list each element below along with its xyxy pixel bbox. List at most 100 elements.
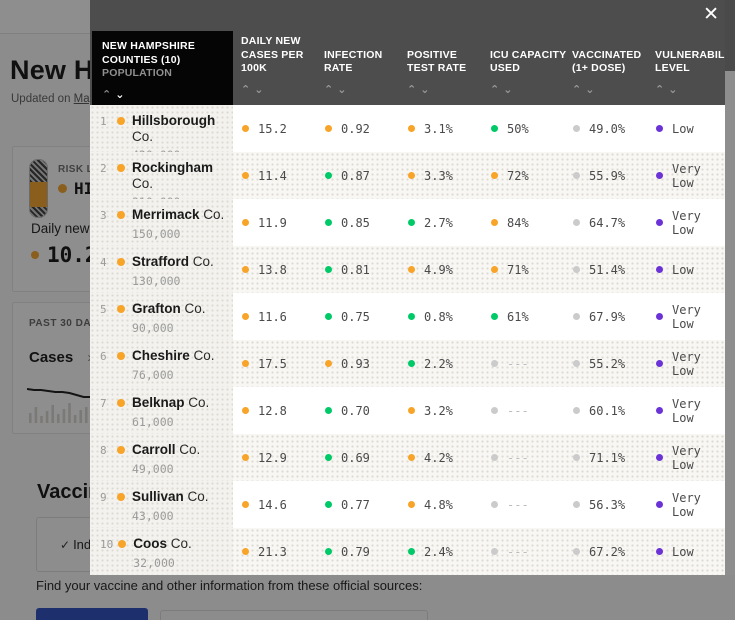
table-row[interactable]: 7 Belknap Co. 61,000 12.8 0.70 3.2% --- 60.1% Ve… [90,387,725,434]
cell-value: 67.2% [589,544,626,559]
value-cell: Very Low [656,162,725,190]
county-name: Hillsborough Co. [132,113,216,144]
cell-value: --- [507,450,529,465]
column-header-6[interactable]: VACCINATED (1+ DOSE) ⌃⌄ [572,49,652,105]
cell-value: 4.8% [424,497,453,512]
column-header-7[interactable]: VULNERABILITY LEVEL ⌃⌄ [655,49,735,105]
table-row[interactable]: 4 Strafford Co. 130,000 13.8 0.81 4.9% 71% 51.4… [90,246,725,293]
status-dot-icon [656,266,663,273]
cell-value: 61% [507,309,529,324]
column-header-1[interactable]: NEW HAMPSHIRE COUNTIES (10) POPULATION ⌃⌄ [92,31,233,105]
cell-value: 0.81 [341,262,370,277]
status-dot-icon [325,219,332,226]
sort-arrows-icon[interactable]: ⌃⌄ [324,83,404,96]
cell-value: 0.77 [341,497,370,512]
value-cell: 55.2% [573,357,625,371]
row-rank: 6 [100,350,107,363]
status-dot-icon [325,548,332,555]
status-dot-icon [491,501,498,508]
sort-arrows-icon[interactable]: ⌃⌄ [407,83,487,96]
cell-value: Very Low [672,490,701,519]
table-row[interactable]: 9 Sullivan Co. 43,000 14.6 0.77 4.8% --- 56.3% V… [90,481,725,528]
sort-arrows-icon[interactable]: ⌃⌄ [655,83,735,96]
value-cell: 0.92 [325,122,370,136]
county-dot-icon [117,305,125,313]
value-cell: 0.77 [325,498,370,512]
status-dot-icon [408,313,415,320]
county-population: 32,000 [133,555,175,570]
status-dot-icon [408,501,415,508]
value-cell: --- [491,498,529,512]
county-name: Merrimack Co. [132,207,225,222]
county-dot-icon [117,164,125,172]
column-header-5[interactable]: ICU CAPACITY USED ⌃⌄ [490,49,570,105]
status-dot-icon [573,219,580,226]
value-cell: 50% [491,122,529,136]
scrollbar-thumb[interactable] [725,71,735,575]
status-dot-icon [573,313,580,320]
cell-value: 11.9 [258,215,287,230]
status-dot-icon [408,407,415,414]
modal-scrollbar[interactable] [725,0,735,575]
table-row[interactable]: 10 Coos Co. 32,000 21.3 0.79 2.4% --- 67.2% Low [90,528,725,575]
table-row[interactable]: 8 Carroll Co. 49,000 12.9 0.69 4.2% --- 71.1% Ve… [90,434,725,481]
cell-value: 0.75 [341,309,370,324]
cell-value: --- [507,356,529,371]
cell-value: 0.93 [341,356,370,371]
county-dot-icon [117,399,125,407]
value-cell: 71% [491,263,529,277]
county-cell: 3 Merrimack Co. 150,000 [90,199,233,246]
status-dot-icon [573,501,580,508]
table-row[interactable]: 3 Merrimack Co. 150,000 11.9 0.85 2.7% 84% 64.7… [90,199,725,246]
table-row[interactable]: 5 Grafton Co. 90,000 11.6 0.75 0.8% 61% 67.9% Ve… [90,293,725,340]
value-cell: 61% [491,310,529,324]
value-cell: 15.2 [242,122,287,136]
row-rank: 3 [100,209,107,222]
value-cell: 13.8 [242,263,287,277]
value-cell: 2.2% [408,357,453,371]
cell-value: 21.3 [258,544,287,559]
cell-value: Very Low [672,349,701,378]
value-cell: 14.6 [242,498,287,512]
sort-arrows-icon[interactable]: ⌃⌄ [490,83,570,96]
value-cell: --- [491,451,529,465]
value-cell: 3.1% [408,122,453,136]
column-header-2[interactable]: DAILY NEW CASES PER 100K ⌃⌄ [241,35,321,105]
status-dot-icon [242,360,249,367]
value-cell: Very Low [656,209,725,237]
status-dot-icon [491,219,498,226]
cell-value: 56.3% [589,497,626,512]
county-name: Grafton Co. [132,301,206,316]
table-row[interactable]: 1Hillsborough Co.420,00015.20.923.1%50%4… [90,105,725,162]
value-cell: 51.4% [573,263,625,277]
status-dot-icon [573,125,580,132]
cell-value: --- [507,497,529,512]
sort-arrows-icon[interactable]: ⌃⌄ [572,83,652,96]
table-row[interactable]: 2Rockingham Co.310,00011.40.873.3%72%55.… [90,152,725,209]
status-dot-icon [491,125,498,132]
status-dot-icon [242,454,249,461]
county-population: 43,000 [132,508,174,523]
county-population: 76,000 [132,367,174,382]
county-name: Carroll Co. [132,442,201,457]
table-row[interactable]: 6 Cheshire Co. 76,000 17.5 0.93 2.2% --- 55.2% V… [90,340,725,387]
value-cell: Very Low [656,397,725,425]
column-header-3[interactable]: INFECTION RATE ⌃⌄ [324,49,404,105]
column-header-4[interactable]: POSITIVE TEST RATE ⌃⌄ [407,49,487,105]
cell-value: 64.7% [589,215,626,230]
county-dot-icon [117,211,125,219]
value-cell: 55.9% [573,169,625,183]
cell-value: 0.70 [341,403,370,418]
close-icon[interactable]: ✕ [703,3,719,25]
county-cell: 4 Strafford Co. 130,000 [90,246,233,293]
status-dot-icon [242,219,249,226]
sort-arrows-icon[interactable]: ⌃⌄ [102,88,233,101]
value-cell: 2.4% [408,545,453,559]
county-cell: 5 Grafton Co. 90,000 [90,293,233,340]
value-cell: 0.85 [325,216,370,230]
cell-value: 55.2% [589,356,626,371]
cell-value: 12.9 [258,450,287,465]
sort-arrows-icon[interactable]: ⌃⌄ [241,83,321,96]
county-dot-icon [117,258,125,266]
value-cell: 84% [491,216,529,230]
